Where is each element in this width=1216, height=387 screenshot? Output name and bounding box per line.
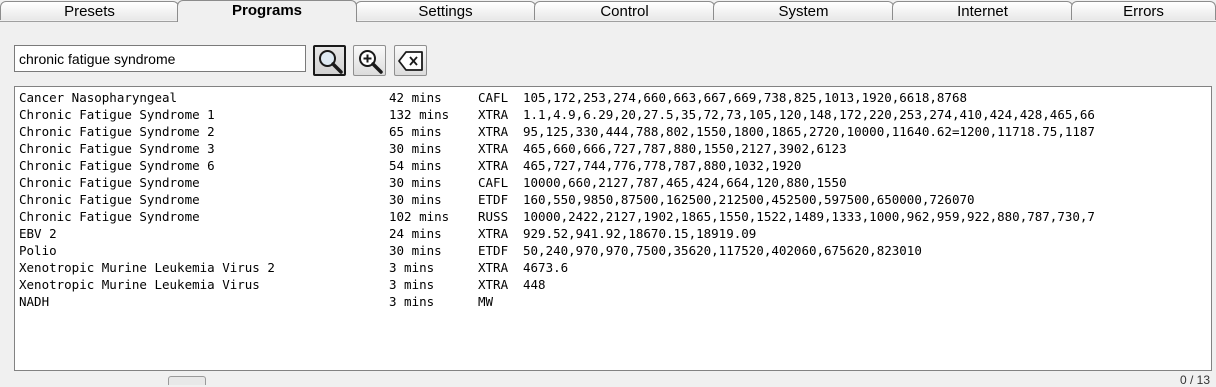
program-duration: 102 mins	[389, 209, 450, 224]
program-frequencies: 465,660,666,727,787,880,1550,2127,3902,6…	[523, 141, 847, 156]
program-duration: 30 mins	[389, 192, 442, 207]
program-type: MW	[478, 294, 494, 309]
program-name: Chronic Fatigue Syndrome	[19, 175, 200, 190]
program-name: Xenotropic Murine Leukemia Virus 2	[19, 260, 275, 275]
program-frequencies: 929.52,941.92,18670.15,18919.09	[523, 226, 757, 241]
program-frequencies: 1.1,4.9,6.29,20,27.5,35,72,73,105,120,14…	[523, 107, 1095, 122]
program-duration: 132 mins	[389, 107, 450, 122]
program-type: CAFL	[478, 175, 509, 190]
tab-system[interactable]: System	[713, 1, 894, 20]
program-type: XTRA	[478, 226, 509, 241]
program-name: NADH	[19, 294, 50, 309]
program-duration: 30 mins	[389, 243, 442, 258]
search-button[interactable]	[313, 45, 346, 76]
program-frequencies: 10000,660,2127,787,465,424,664,120,880,1…	[523, 175, 847, 190]
program-frequencies: 160,550,9850,87500,162500,212500,452500,…	[523, 192, 975, 207]
program-name: Chronic Fatigue Syndrome 6	[19, 158, 215, 173]
tab-internet[interactable]: Internet	[892, 1, 1073, 20]
program-frequencies: 4673.6	[523, 260, 569, 275]
program-duration: 3 mins	[389, 277, 435, 292]
tab-settings[interactable]: Settings	[355, 1, 536, 20]
zoom-in-icon	[358, 49, 383, 74]
program-name: Chronic Fatigue Syndrome 2	[19, 124, 215, 139]
program-name: Chronic Fatigue Syndrome 3	[19, 141, 215, 156]
program-duration: 30 mins	[389, 141, 442, 156]
program-name: Chronic Fatigue Syndrome	[19, 192, 200, 207]
search-icon	[318, 49, 343, 74]
program-name: Chronic Fatigue Syndrome	[19, 209, 200, 224]
program-name: Chronic Fatigue Syndrome 1	[19, 107, 215, 122]
program-frequencies: 105,172,253,274,660,663,667,669,738,825,…	[523, 90, 968, 105]
program-frequencies: 10000,2422,2127,1902,1865,1550,1522,1489…	[523, 209, 1095, 224]
program-type: XTRA	[478, 124, 509, 139]
program-duration: 24 mins	[389, 226, 442, 241]
program-type: ETDF	[478, 192, 509, 207]
program-duration: 30 mins	[389, 175, 442, 190]
program-type: CAFL	[478, 90, 509, 105]
tab-presets[interactable]: Presets	[0, 1, 179, 20]
program-name: Xenotropic Murine Leukemia Virus	[19, 277, 260, 292]
add-program-button[interactable]	[353, 45, 386, 76]
tab-control[interactable]: Control	[534, 1, 715, 20]
result-counter: 0 / 13	[1179, 373, 1210, 387]
clear-search-button[interactable]	[394, 45, 427, 76]
tab-bar: Presets Programs Settings Control System…	[0, 0, 1216, 22]
program-type: XTRA	[478, 158, 509, 173]
bottom-panel-tab[interactable]	[168, 376, 206, 385]
search-input[interactable]	[14, 45, 306, 72]
program-type: XTRA	[478, 260, 509, 275]
backspace-icon	[397, 50, 423, 71]
program-frequencies: 448	[523, 277, 546, 292]
program-name: EBV 2	[19, 226, 57, 241]
program-duration: 54 mins	[389, 158, 442, 173]
program-frequencies: 95,125,330,444,788,802,1550,1800,1865,27…	[523, 124, 1095, 139]
program-name: Polio	[19, 243, 57, 258]
program-name: Cancer Nasopharyngeal	[19, 90, 178, 105]
program-duration: 42 mins	[389, 90, 442, 105]
program-duration: 3 mins	[389, 260, 435, 275]
program-type: RUSS	[478, 209, 509, 224]
program-duration: 65 mins	[389, 124, 442, 139]
tab-programs[interactable]: Programs	[177, 0, 357, 22]
tab-errors[interactable]: Errors	[1071, 1, 1216, 20]
program-duration: 3 mins	[389, 294, 435, 309]
program-type: XTRA	[478, 141, 509, 156]
program-type: XTRA	[478, 277, 509, 292]
program-results-list[interactable]: Cancer Nasopharyngeal 42 mins CAFL 105,172,…	[14, 86, 1212, 371]
program-type: ETDF	[478, 243, 509, 258]
program-frequencies: 465,727,744,776,778,787,880,1032,1920	[523, 158, 802, 173]
program-frequencies: 50,240,970,970,7500,35620,117520,402060,…	[523, 243, 922, 258]
program-type: XTRA	[478, 107, 509, 122]
